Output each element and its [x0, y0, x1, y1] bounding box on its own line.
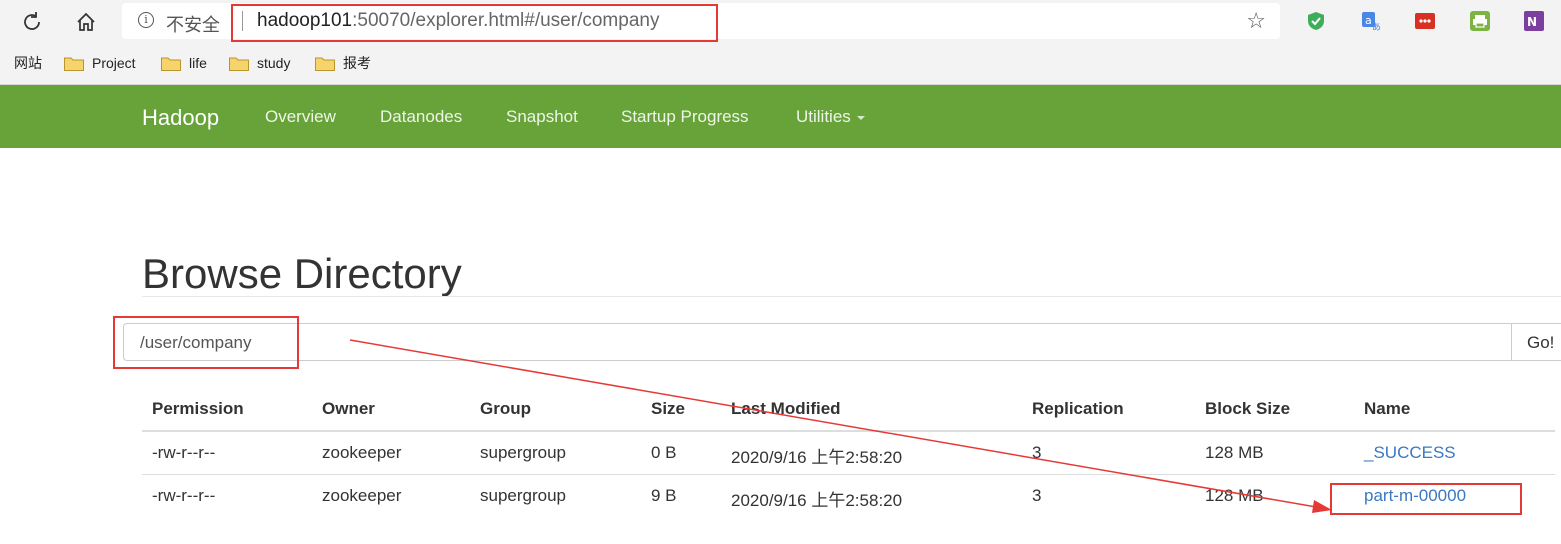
- annotation-arrow: [349, 339, 1332, 513]
